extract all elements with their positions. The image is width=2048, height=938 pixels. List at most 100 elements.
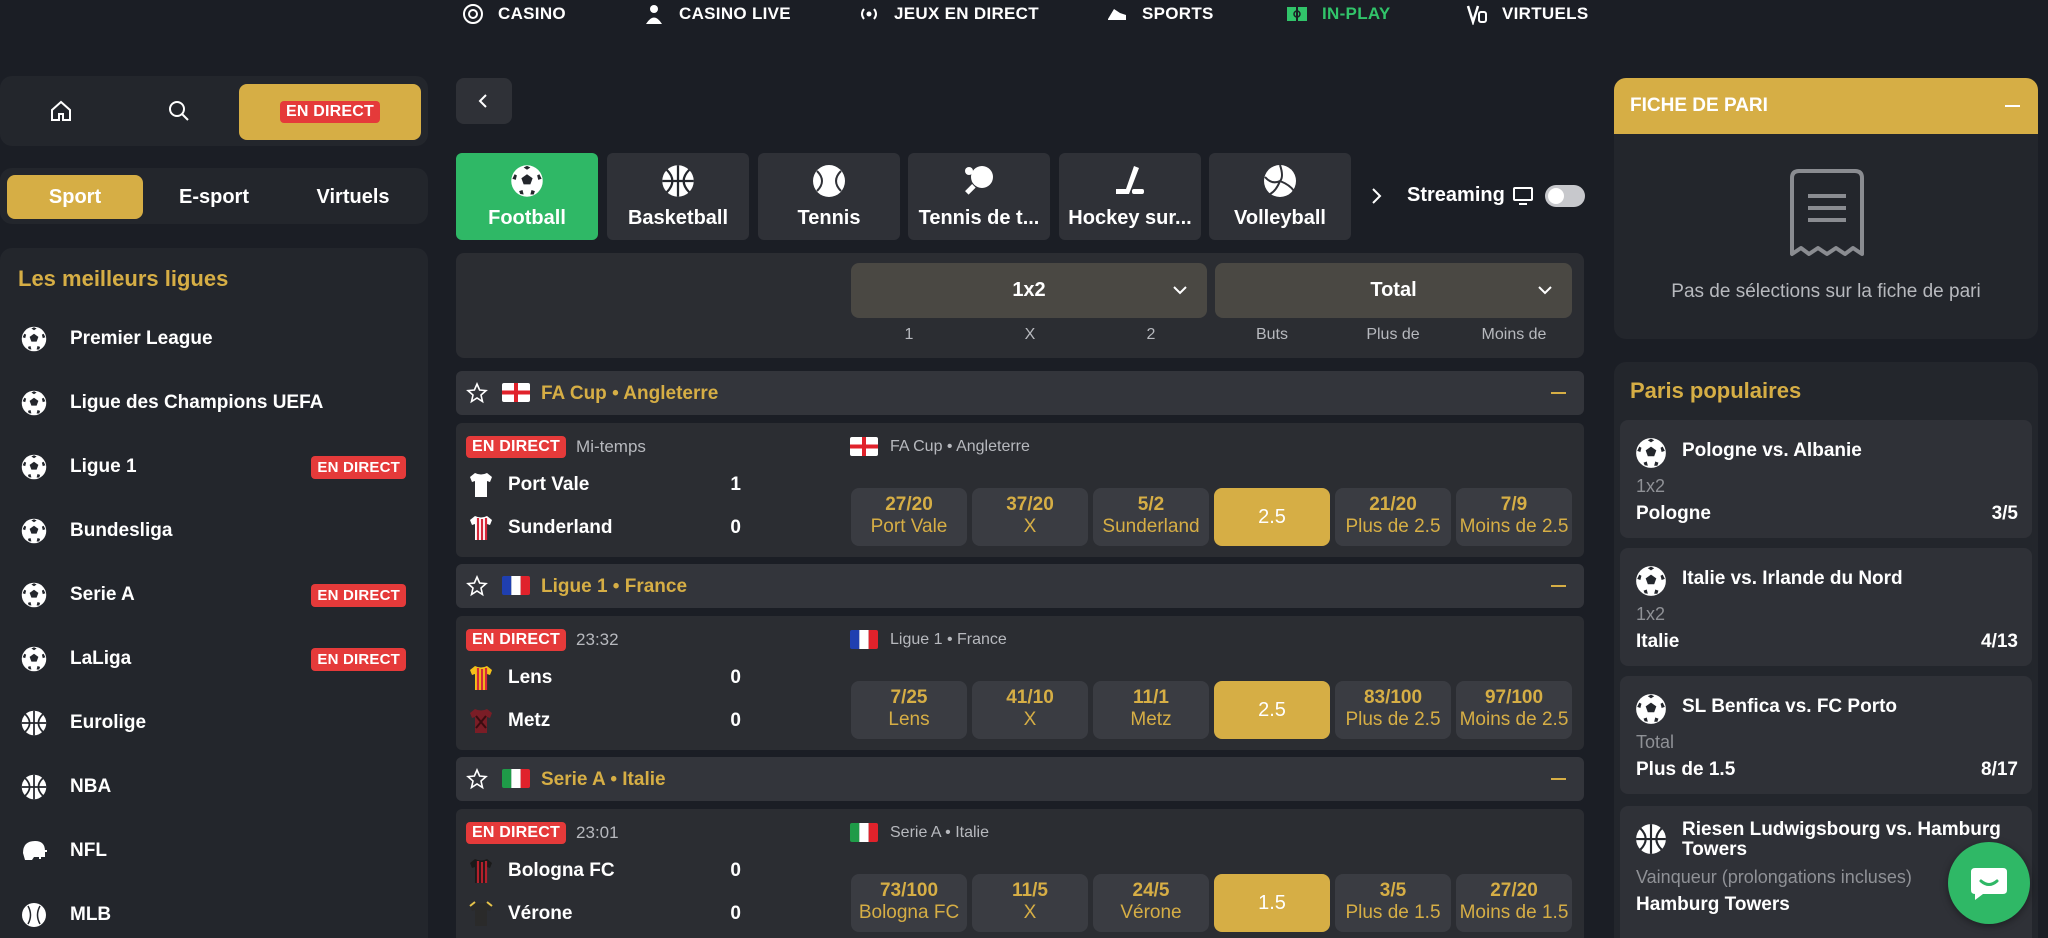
- sport-tab-label: Hockey sur...: [1068, 207, 1192, 229]
- football-icon: [20, 389, 48, 417]
- goals-line[interactable]: 2.5: [1214, 681, 1330, 739]
- odd-value: 27/20: [885, 494, 933, 515]
- nav-casino-label: CASINO: [498, 4, 566, 23]
- league-nfl[interactable]: NFL: [20, 831, 408, 871]
- odd-button[interactable]: 7/9 Moins de 2.5: [1456, 488, 1572, 546]
- tab-sport[interactable]: Sport: [7, 175, 143, 219]
- odd-label: Lens: [888, 709, 930, 730]
- popular-bet-price: 3/5: [1991, 503, 2018, 524]
- basketball-icon: [20, 773, 48, 801]
- market-label: 1x2: [1012, 279, 1046, 301]
- collapse-icon[interactable]: [1551, 585, 1566, 587]
- league-header[interactable]: Ligue 1 • France: [456, 564, 1584, 608]
- betslip-header[interactable]: FICHE DE PARI: [1614, 78, 2038, 134]
- search-button[interactable]: [143, 85, 215, 137]
- en-direct-label: EN DIRECT: [279, 101, 381, 123]
- nav-virtuels[interactable]: VIRTUELS: [1466, 0, 1588, 28]
- market-select-1x2[interactable]: 1x2: [851, 263, 1207, 318]
- sport-tab-volleyball[interactable]: Volleyball: [1209, 153, 1351, 240]
- match-card[interactable]: EN DIRECT 23:01 Bologna FC 0 Vérone 0 Ser…: [456, 809, 1584, 938]
- odd-value: 37/20: [1006, 494, 1054, 515]
- odd-button[interactable]: 7/25 Lens: [851, 681, 967, 739]
- collapse-icon[interactable]: [1551, 392, 1566, 394]
- goals-line[interactable]: 2.5: [1214, 488, 1330, 546]
- odd-button[interactable]: 11/5 X: [972, 874, 1088, 932]
- odd-value: 73/100: [879, 880, 939, 901]
- odd-button[interactable]: 73/100 Bologna FC: [851, 874, 967, 932]
- goals-line[interactable]: 1.5: [1214, 874, 1330, 932]
- match-card[interactable]: EN DIRECT Mi-temps Port Vale 1 Sunderland…: [456, 423, 1584, 557]
- league-mlb[interactable]: MLB: [20, 895, 408, 935]
- tab-virtuels[interactable]: Virtuels: [285, 175, 421, 219]
- popular-bet-item[interactable]: Italie vs. Irlande du Nord 1x2 Italie 4/…: [1620, 548, 2032, 666]
- odd-value: 21/20: [1369, 494, 1417, 515]
- odd-button[interactable]: 27/20 Moins de 1.5: [1456, 874, 1572, 932]
- odd-button[interactable]: 24/5 Vérone: [1093, 874, 1209, 932]
- league-header[interactable]: Serie A • Italie: [456, 757, 1584, 801]
- popular-bet-item[interactable]: Pologne vs. Albanie 1x2 Pologne 3/5: [1620, 420, 2032, 538]
- en-direct-button[interactable]: EN DIRECT: [239, 84, 421, 140]
- table-tennis-icon: [965, 166, 993, 195]
- popular-bet-market: 1x2: [1636, 604, 1666, 624]
- league-premier-league[interactable]: Premier League: [20, 319, 408, 359]
- odd-value: 24/5: [1132, 880, 1170, 901]
- sport-tab-football[interactable]: Football: [456, 153, 598, 240]
- collapse-icon[interactable]: [1551, 778, 1566, 780]
- league-bundesliga[interactable]: Bundesliga: [20, 511, 408, 551]
- star-icon[interactable]: [466, 768, 488, 790]
- league-champions[interactable]: Ligue des Champions UEFA: [20, 383, 408, 423]
- odd-button[interactable]: 37/20 X: [972, 488, 1088, 546]
- match-card[interactable]: EN DIRECT 23:32 Lens 0 Metz 0 Ligue 1 • F…: [456, 616, 1584, 750]
- league-eurolige[interactable]: Eurolige: [20, 703, 408, 743]
- nav-jeux-en-direct[interactable]: JEUX EN DIRECT: [858, 0, 1039, 28]
- odd-button[interactable]: 21/20 Plus de 2.5: [1335, 488, 1451, 546]
- odd-button[interactable]: 41/10 X: [972, 681, 1088, 739]
- home-button[interactable]: [25, 85, 97, 137]
- minimize-icon[interactable]: [2005, 105, 2020, 107]
- match-time: Mi-temps: [576, 437, 646, 456]
- sport-tab-table-tennis[interactable]: Tennis de t...: [908, 153, 1050, 240]
- streaming-toggle[interactable]: [1545, 185, 1585, 207]
- star-icon[interactable]: [466, 575, 488, 597]
- odd-button[interactable]: 3/5 Plus de 1.5: [1335, 874, 1451, 932]
- betslip-empty-text: Pas de sélections sur la fiche de pari: [1671, 281, 1981, 302]
- league-ligue-1[interactable]: Ligue 1 EN DIRECT: [20, 447, 408, 487]
- league-nba[interactable]: NBA: [20, 767, 408, 807]
- popular-bet-price: 8/17: [1981, 759, 2018, 780]
- odd-label: X: [1023, 709, 1037, 730]
- chevron-right-icon[interactable]: [1368, 187, 1384, 205]
- live-badge: EN DIRECT: [466, 822, 567, 844]
- nav-casino[interactable]: CASINO: [462, 0, 566, 28]
- star-icon[interactable]: [466, 382, 488, 404]
- sport-tab-tennis[interactable]: Tennis: [758, 153, 900, 240]
- league-laliga[interactable]: LaLiga EN DIRECT: [20, 639, 408, 679]
- nav-casino-live[interactable]: CASINO LIVE: [643, 0, 791, 28]
- league-serie-a[interactable]: Serie A EN DIRECT: [20, 575, 408, 615]
- odd-value: 83/100: [1363, 687, 1423, 708]
- odd-button[interactable]: 83/100 Plus de 2.5: [1335, 681, 1451, 739]
- odd-label: Plus de 1.5: [1345, 902, 1441, 923]
- match-time: 23:01: [576, 823, 619, 842]
- basketball-icon: [1634, 822, 1668, 856]
- odd-value: 11/5: [1012, 880, 1048, 901]
- odd-button[interactable]: 97/100 Moins de 2.5: [1456, 681, 1572, 739]
- market-select-total[interactable]: Total: [1215, 263, 1572, 318]
- odd-button[interactable]: 27/20 Port Vale: [851, 488, 967, 546]
- sport-tab-basketball[interactable]: Basketball: [607, 153, 749, 240]
- col-head-moins: Moins de: [1481, 326, 1547, 343]
- nav-in-play[interactable]: IN-PLAY: [1286, 0, 1391, 28]
- italy-flag-icon: [850, 823, 878, 842]
- away-team: Vérone 0: [466, 897, 741, 931]
- sport-tab-hockey[interactable]: Hockey sur...: [1059, 153, 1201, 240]
- top-navigation: CASINO CASINO LIVE JEUX EN DIRECT SPORTS…: [0, 0, 2048, 40]
- league-header[interactable]: FA Cup • Angleterre: [456, 371, 1584, 415]
- match-time: 23:32: [576, 630, 619, 649]
- tab-esport[interactable]: E-sport: [146, 175, 282, 219]
- sports-shoe-icon: [1108, 9, 1126, 20]
- odd-button[interactable]: 5/2 Sunderland: [1093, 488, 1209, 546]
- odd-button[interactable]: 11/1 Metz: [1093, 681, 1209, 739]
- back-button[interactable]: [456, 78, 512, 124]
- popular-bet-item[interactable]: SL Benfica vs. FC Porto Total Plus de 1.…: [1620, 676, 2032, 794]
- chat-button[interactable]: [1948, 842, 2030, 924]
- nav-sports[interactable]: SPORTS: [1106, 0, 1214, 28]
